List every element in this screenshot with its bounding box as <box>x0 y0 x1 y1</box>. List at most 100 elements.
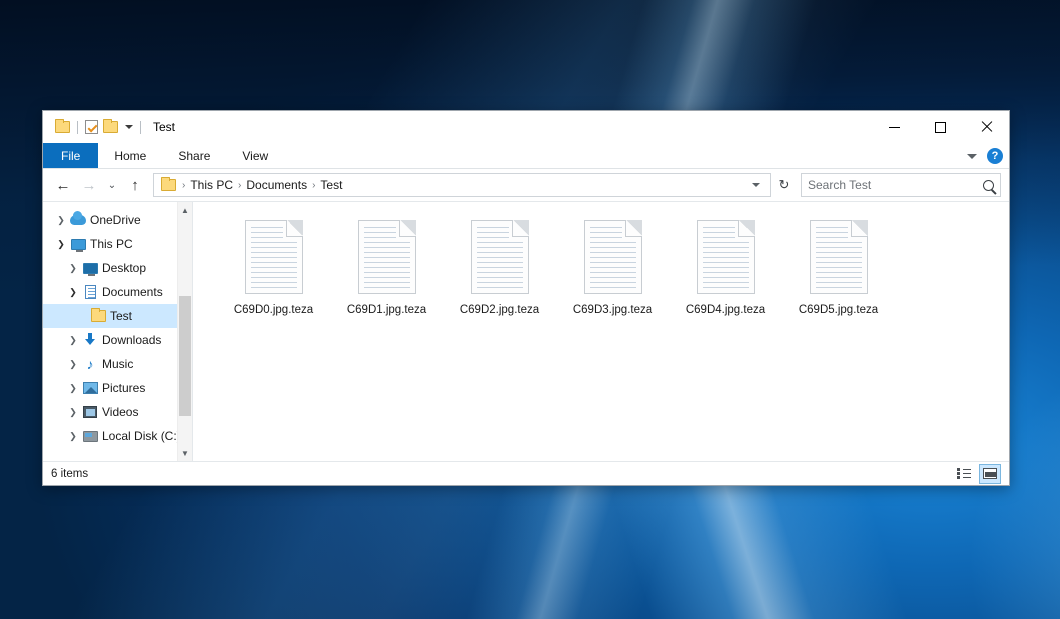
breadcrumb-separator: › <box>180 180 187 191</box>
chevron-right-icon[interactable]: ❯ <box>65 335 81 346</box>
breadcrumb-item-documents[interactable]: Documents <box>243 178 310 192</box>
up-button[interactable]: ↑ <box>123 173 147 197</box>
generic-file-icon <box>245 220 303 294</box>
list-item[interactable]: C69D4.jpg.teza <box>669 218 782 316</box>
file-name: C69D4.jpg.teza <box>686 304 765 316</box>
sidebar-item-label: This PC <box>87 237 133 251</box>
forward-button[interactable]: → <box>77 173 101 197</box>
breadcrumb-chevron-down-icon[interactable] <box>752 183 760 187</box>
chevron-right-icon[interactable]: ❯ <box>65 383 81 394</box>
sidebar-item-label: Music <box>99 357 133 371</box>
breadcrumb-item-test[interactable]: Test <box>317 178 345 192</box>
file-name: C69D5.jpg.teza <box>799 304 878 316</box>
maximize-button[interactable] <box>917 111 963 143</box>
scrollbar-thumb[interactable] <box>179 296 191 416</box>
recent-locations-button[interactable]: ⌄ <box>103 173 121 197</box>
sidebar-item-this-pc[interactable]: ❯ This PC <box>43 232 192 256</box>
download-icon <box>81 333 99 347</box>
back-button[interactable]: ← <box>51 173 75 197</box>
toolbar-divider <box>77 121 78 134</box>
breadcrumb[interactable]: › This PC › Documents › Test <box>153 173 771 197</box>
new-folder-icon[interactable] <box>103 121 118 133</box>
sidebar-item-label: Desktop <box>99 261 146 275</box>
sidebar-item-onedrive[interactable]: ❯ OneDrive <box>43 208 192 232</box>
tab-file[interactable]: File <box>43 143 98 168</box>
tab-view[interactable]: View <box>226 143 284 168</box>
sidebar-item-desktop[interactable]: ❯ Desktop <box>43 256 192 280</box>
quick-access-toolbar <box>43 120 143 134</box>
sidebar-item-videos[interactable]: ❯ Videos <box>43 400 192 424</box>
search-icon[interactable] <box>983 180 994 191</box>
large-icons-view-button[interactable] <box>979 464 1001 484</box>
chevron-right-icon[interactable]: ❯ <box>65 407 81 418</box>
sidebar-item-downloads[interactable]: ❯ Downloads <box>43 328 192 352</box>
window-controls <box>871 111 1009 143</box>
navigation-scrollbar[interactable]: ▲ ▼ <box>177 202 192 461</box>
search-placeholder: Search Test <box>808 178 983 192</box>
monitor-icon <box>69 239 87 250</box>
video-icon <box>81 406 99 418</box>
generic-file-icon <box>358 220 416 294</box>
help-icon[interactable]: ? <box>987 148 1003 164</box>
sidebar-item-label: Documents <box>99 285 163 299</box>
search-input[interactable]: Search Test <box>801 173 1001 197</box>
sidebar-item-label: Pictures <box>99 381 145 395</box>
chevron-down-icon[interactable]: ❯ <box>53 239 69 250</box>
details-view-icon <box>957 468 971 479</box>
chevron-down-icon[interactable] <box>967 154 977 159</box>
file-name: C69D1.jpg.teza <box>347 304 426 316</box>
generic-file-icon <box>697 220 755 294</box>
list-item[interactable]: C69D5.jpg.teza <box>782 218 895 316</box>
breadcrumb-separator: › <box>310 180 317 191</box>
ribbon-tab-bar: File Home Share View ? <box>43 143 1009 169</box>
breadcrumb-separator: › <box>236 180 243 191</box>
generic-file-icon <box>810 220 868 294</box>
desktop: Test File Home Share View ? ← → ⌄ ↑ <box>0 0 1060 619</box>
minimize-icon <box>889 127 900 128</box>
scroll-up-icon[interactable]: ▲ <box>178 202 193 218</box>
file-name: C69D0.jpg.teza <box>234 304 313 316</box>
item-count-label: 6 items <box>51 468 88 480</box>
tab-home[interactable]: Home <box>98 143 162 168</box>
chevron-right-icon[interactable]: ❯ <box>53 215 69 226</box>
chevron-right-icon[interactable]: ❯ <box>65 263 81 274</box>
chevron-right-icon[interactable]: ❯ <box>65 359 81 370</box>
folder-icon[interactable] <box>55 121 70 133</box>
file-explorer-window: Test File Home Share View ? ← → ⌄ ↑ <box>42 110 1010 486</box>
navigation-pane: ❯ OneDrive ❯ This PC ❯ Desktop ❯ <box>43 202 193 461</box>
chevron-right-icon[interactable]: ❯ <box>65 431 81 442</box>
desktop-icon <box>81 263 99 274</box>
list-item[interactable]: C69D2.jpg.teza <box>443 218 556 316</box>
folder-icon <box>89 310 107 322</box>
sidebar-item-documents[interactable]: ❯ Documents <box>43 280 192 304</box>
generic-file-icon <box>584 220 642 294</box>
details-view-button[interactable] <box>953 464 975 484</box>
file-name: C69D2.jpg.teza <box>460 304 539 316</box>
list-item[interactable]: C69D1.jpg.teza <box>330 218 443 316</box>
sidebar-item-local-disk[interactable]: ❯ Local Disk (C:) <box>43 424 192 448</box>
close-button[interactable] <box>963 111 1009 143</box>
tab-share[interactable]: Share <box>162 143 226 168</box>
scroll-down-icon[interactable]: ▼ <box>178 445 193 461</box>
list-item[interactable]: C69D3.jpg.teza <box>556 218 669 316</box>
refresh-button[interactable]: ↻ <box>773 173 795 197</box>
sidebar-item-test[interactable]: Test <box>43 304 192 328</box>
sidebar-item-label: Videos <box>99 405 138 419</box>
toolbar-divider <box>140 121 141 134</box>
pictures-icon <box>81 382 99 394</box>
customize-chevron-down-icon[interactable] <box>125 125 133 129</box>
list-item[interactable]: C69D0.jpg.teza <box>217 218 330 316</box>
document-icon <box>81 285 99 299</box>
scrollbar-track[interactable] <box>178 218 193 445</box>
close-icon <box>980 121 992 133</box>
chevron-down-icon[interactable]: ❯ <box>65 287 81 298</box>
sidebar-item-label: Downloads <box>99 333 161 347</box>
minimize-button[interactable] <box>871 111 917 143</box>
breadcrumb-item-this-pc[interactable]: This PC <box>187 178 236 192</box>
file-name: C69D3.jpg.teza <box>573 304 652 316</box>
sidebar-item-pictures[interactable]: ❯ Pictures <box>43 376 192 400</box>
properties-icon[interactable] <box>85 120 98 134</box>
sidebar-item-label: Test <box>107 309 132 323</box>
sidebar-item-music[interactable]: ❯ ♪ Music <box>43 352 192 376</box>
file-list-pane[interactable]: C69D0.jpg.teza C69D1.jpg.teza C69D2.jpg.… <box>193 202 1009 461</box>
